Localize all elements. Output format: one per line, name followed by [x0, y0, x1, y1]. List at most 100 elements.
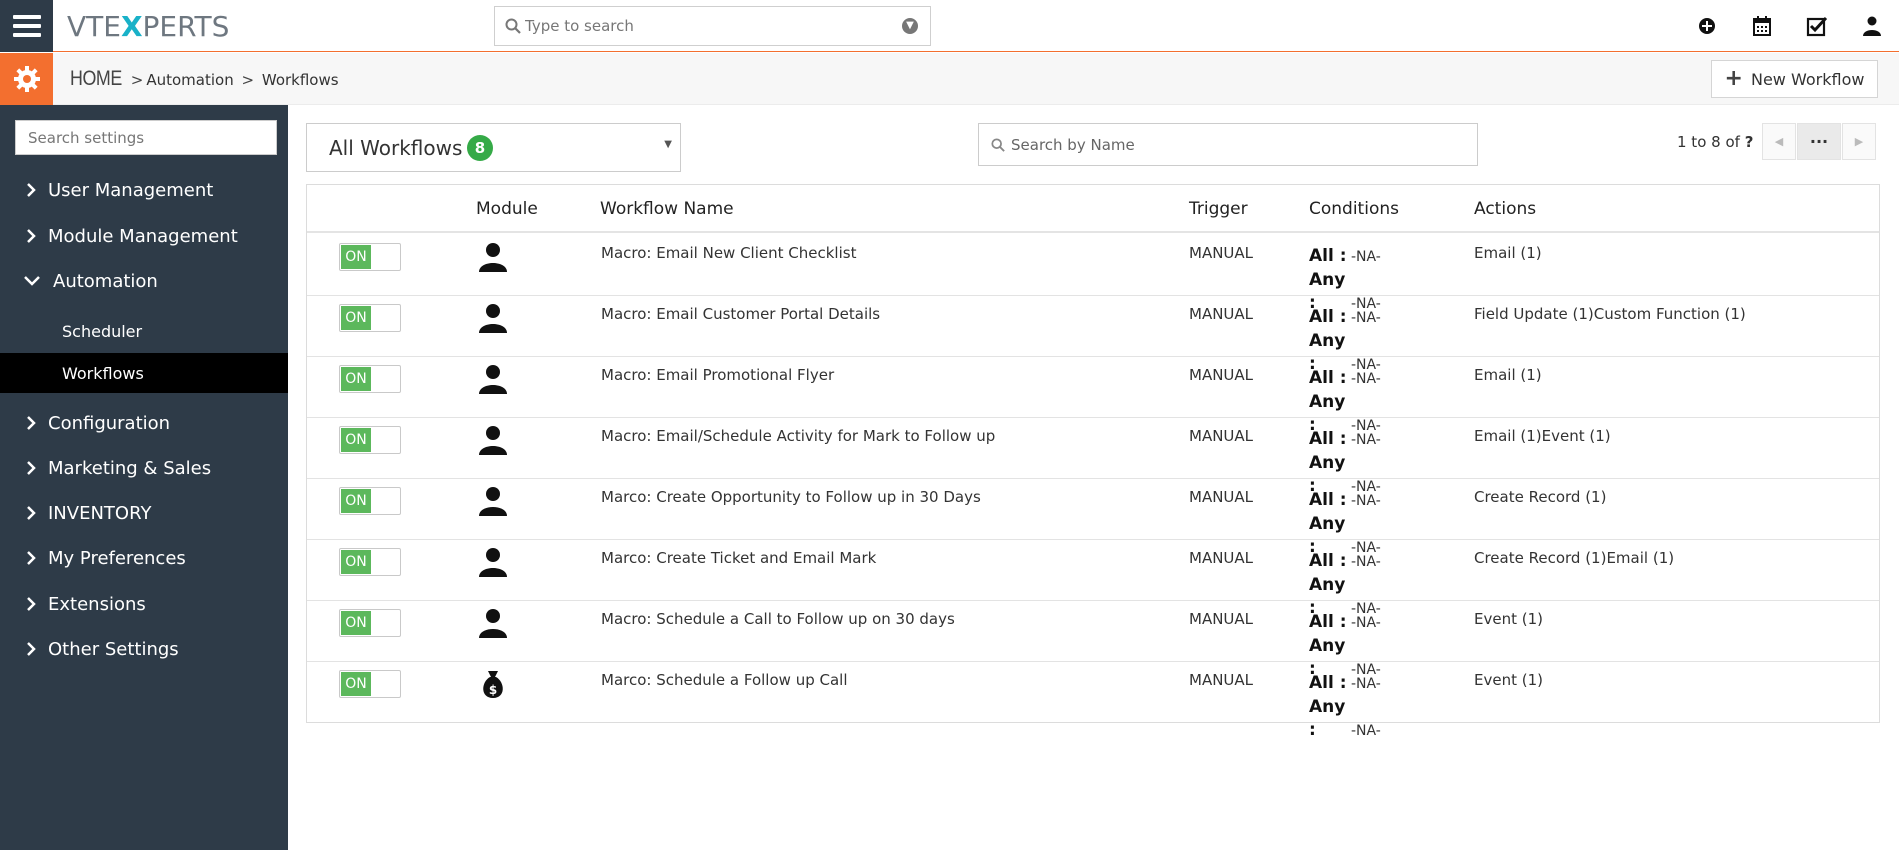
workflow-name[interactable]: Macro: Email/Schedule Activity for Mark … — [601, 427, 995, 445]
workflow-trigger: MANUAL — [1189, 488, 1254, 506]
global-search-input[interactable] — [525, 7, 885, 45]
workflow-conditions: All : -NA- Any : -NA- — [1309, 671, 1381, 743]
filter-label: All Workflows — [329, 136, 463, 160]
breadcrumb-automation[interactable]: Automation — [146, 71, 233, 89]
toggle-on-label: ON — [341, 489, 371, 513]
chevron-right-icon — [27, 461, 36, 475]
workflow-trigger: MANUAL — [1189, 366, 1254, 384]
workflow-trigger: MANUAL — [1189, 427, 1254, 445]
workflow-actions: Email (1) — [1474, 366, 1542, 384]
column-header-trigger[interactable]: Trigger — [1189, 199, 1248, 219]
page-total[interactable]: ? — [1745, 133, 1754, 151]
user-icon[interactable] — [1861, 15, 1883, 37]
column-header-conditions[interactable]: Conditions — [1309, 199, 1399, 219]
search-icon — [505, 18, 521, 34]
chevron-right-icon — [27, 642, 36, 656]
table-row[interactable]: ON $ Marco: Schedule a Follow up Call MANUA… — [307, 662, 1879, 740]
sidebar-subitem-workflows[interactable]: Workflows — [0, 353, 288, 393]
settings-search-input[interactable] — [15, 120, 277, 155]
workflow-name[interactable]: Macro: Schedule a Call to Follow up on 3… — [601, 610, 955, 628]
sidebar-item-my-preferences[interactable]: My Preferences — [0, 538, 288, 578]
workflow-status-toggle[interactable]: ON — [339, 426, 401, 454]
column-header-actions[interactable]: Actions — [1474, 199, 1536, 219]
sidebar-item-module-management[interactable]: Module Management — [0, 216, 288, 256]
search-options-chevron-down-icon[interactable]: ▼ — [902, 18, 918, 34]
workflow-filter-select[interactable]: All Workflows 8 ▼ — [306, 123, 681, 172]
breadcrumb-bar: HOME > Automation > Workflows + New Workf… — [0, 53, 1899, 105]
sidebar-item-automation[interactable]: Automation — [0, 261, 288, 301]
breadcrumb-separator: > — [130, 71, 144, 89]
workflow-name[interactable]: Macro: Email New Client Checklist — [601, 244, 856, 262]
cond-all-label: All : — [1309, 307, 1347, 327]
more-options-button[interactable]: ··· — [1797, 123, 1841, 160]
breadcrumb-home[interactable]: HOME — [70, 67, 122, 91]
workflow-status-toggle[interactable]: ON — [339, 670, 401, 698]
calendar-icon[interactable] — [1751, 15, 1773, 37]
table-row[interactable]: ON Macro: Schedule a Call to Follow up on… — [307, 601, 1879, 679]
workflow-status-toggle[interactable]: ON — [339, 609, 401, 637]
table-row[interactable]: ON Macro: Email New Client Checklist MANUA… — [307, 235, 1879, 313]
workflow-trigger: MANUAL — [1189, 549, 1254, 567]
sidebar-item-extensions[interactable]: Extensions — [0, 584, 288, 624]
page-of: of — [1725, 133, 1740, 151]
workflow-actions: Create Record (1)Email (1) — [1474, 549, 1675, 567]
settings-sidebar: User Management Module Management Automa… — [0, 105, 288, 850]
column-header-module[interactable]: Module — [476, 199, 538, 219]
workflow-name[interactable]: Marco: Schedule a Follow up Call — [601, 671, 848, 689]
chevron-down-icon — [24, 276, 40, 286]
cond-all-value: -NA- — [1351, 249, 1381, 265]
workflow-status-toggle[interactable]: ON — [339, 304, 401, 332]
plus-circle-icon[interactable] — [1696, 15, 1718, 37]
workflow-status-toggle[interactable]: ON — [339, 243, 401, 271]
global-search[interactable]: ▼ — [494, 6, 931, 46]
menu-hamburger-icon[interactable] — [0, 0, 53, 52]
sidebar-item-inventory[interactable]: INVENTORY — [0, 493, 288, 533]
pagination-info: 1 to 8 of ? — [1677, 133, 1753, 151]
prev-page-button[interactable]: ◀ — [1762, 123, 1796, 160]
chevron-right-icon — [27, 597, 36, 611]
sidebar-item-marketing-sales[interactable]: Marketing & Sales — [0, 448, 288, 488]
workflow-trigger: MANUAL — [1189, 244, 1254, 262]
toggle-on-label: ON — [341, 611, 371, 635]
column-header-workflow-name[interactable]: Workflow Name — [600, 199, 734, 219]
toggle-on-label: ON — [341, 306, 371, 330]
workflow-name[interactable]: Macro: Email Promotional Flyer — [601, 366, 834, 384]
contact-person-icon — [477, 546, 509, 578]
search-icon — [991, 138, 1005, 152]
chevron-left-icon: ◀ — [1774, 135, 1784, 148]
workflow-actions: Field Update (1)Custom Function (1) — [1474, 305, 1746, 323]
workflow-name[interactable]: Marco: Create Opportunity to Follow up i… — [601, 488, 981, 506]
workflow-status-toggle[interactable]: ON — [339, 487, 401, 515]
cond-all-value: -NA- — [1351, 310, 1381, 326]
table-row[interactable]: ON Marco: Create Opportunity to Follow up… — [307, 479, 1879, 557]
sidebar-item-configuration[interactable]: Configuration — [0, 403, 288, 443]
contact-person-icon — [477, 485, 509, 517]
sidebar-item-other-settings[interactable]: Other Settings — [0, 629, 288, 669]
table-row[interactable]: ON Macro: Email/Schedule Activity for Mar… — [307, 418, 1879, 496]
table-row[interactable]: ON Marco: Create Ticket and Email Mark MAN… — [307, 540, 1879, 618]
table-row[interactable]: ON Macro: Email Promotional Flyer MANUAL Al… — [307, 357, 1879, 435]
table-row[interactable]: ON Macro: Email Customer Portal Details MA… — [307, 296, 1879, 374]
svg-text:$: $ — [489, 683, 497, 697]
new-workflow-button[interactable]: + New Workflow — [1711, 60, 1878, 98]
workflow-name[interactable]: Macro: Email Customer Portal Details — [601, 305, 880, 323]
name-search-input[interactable] — [1011, 124, 1461, 165]
workflow-status-toggle[interactable]: ON — [339, 548, 401, 576]
sidebar-subitem-scheduler[interactable]: Scheduler — [0, 311, 288, 351]
next-page-button[interactable]: ▶ — [1842, 123, 1876, 160]
sidebar-item-user-management[interactable]: User Management — [0, 170, 288, 210]
breadcrumb-workflows: Workflows — [261, 71, 339, 89]
sidebar-item-label: My Preferences — [48, 547, 186, 569]
workflow-name[interactable]: Marco: Create Ticket and Email Mark — [601, 549, 876, 567]
cond-all-value: -NA- — [1351, 676, 1381, 692]
task-check-icon[interactable] — [1806, 15, 1828, 37]
workflow-actions: Create Record (1) — [1474, 488, 1607, 506]
workflow-status-toggle[interactable]: ON — [339, 365, 401, 393]
settings-gear-icon[interactable] — [0, 53, 53, 105]
contact-person-icon — [477, 607, 509, 639]
app-logo[interactable]: VTEXPERTS — [67, 10, 229, 43]
name-search[interactable] — [978, 123, 1478, 166]
toggle-on-label: ON — [341, 428, 371, 452]
page-range: 1 to 8 — [1677, 133, 1721, 151]
cond-all-label: All : — [1309, 673, 1347, 693]
